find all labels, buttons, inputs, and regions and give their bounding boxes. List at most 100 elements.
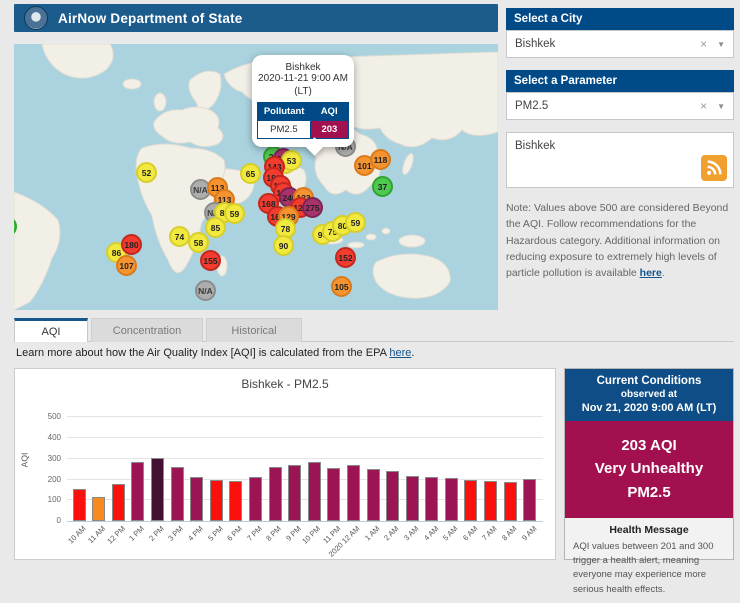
- x-axis-label: 6 PM: [225, 524, 244, 543]
- map-marker[interactable]: 118: [370, 149, 391, 170]
- x-axis-label: 10 PM: [301, 524, 323, 546]
- x-axis-label: 2 AM: [382, 524, 400, 542]
- popup-timezone: (LT): [257, 86, 349, 99]
- note-here-link[interactable]: here: [640, 267, 662, 279]
- x-axis-label: 3 AM: [402, 524, 420, 542]
- chart-bar[interactable]: [190, 477, 203, 521]
- aqi-bar-chart: Bishkek - PM2.5 AQI 010020030040050010 A…: [14, 368, 556, 560]
- clear-icon[interactable]: ×: [700, 99, 707, 113]
- bar-slot: 3 AM: [406, 407, 420, 521]
- x-axis-label: 1 PM: [127, 524, 146, 543]
- chart-bar[interactable]: [464, 480, 477, 521]
- chart-bar[interactable]: [406, 476, 419, 521]
- chart-bar[interactable]: [327, 468, 340, 521]
- bar-slot: 4 AM: [425, 407, 439, 521]
- bar-slot: 8 PM: [269, 407, 283, 521]
- chart-bar[interactable]: [386, 471, 399, 521]
- chart-bar[interactable]: [210, 480, 223, 521]
- x-axis-label: 3 PM: [167, 524, 186, 543]
- map-marker[interactable]: 59: [345, 212, 366, 233]
- map-marker[interactable]: 107: [116, 255, 137, 276]
- conditions-datetime: Nov 21, 2020 9:00 AM (LT): [569, 402, 729, 414]
- chart-bar[interactable]: [484, 481, 497, 521]
- map-marker[interactable]: 37: [372, 176, 393, 197]
- bar-slot: 12 PM: [112, 407, 126, 521]
- learn-more-prefix: Learn more about how the Air Quality Ind…: [16, 347, 389, 359]
- x-axis-label: 4 AM: [422, 524, 440, 542]
- bar-slot: 6 AM: [464, 407, 478, 521]
- learn-more-text: Learn more about how the Air Quality Ind…: [16, 347, 414, 359]
- map-marker[interactable]: 59: [224, 203, 245, 224]
- chart-bar[interactable]: [308, 462, 321, 521]
- chart-bar[interactable]: [425, 477, 438, 521]
- chart-bar[interactable]: [347, 465, 360, 521]
- health-message-title: Health Message: [573, 524, 725, 536]
- chart-bar[interactable]: [445, 478, 458, 521]
- map-marker[interactable]: 105: [331, 276, 352, 297]
- bar-slot: 6 PM: [229, 407, 243, 521]
- bar-slot: 10 PM: [308, 407, 322, 521]
- chart-bar[interactable]: [249, 477, 262, 521]
- chart-bar[interactable]: [92, 497, 105, 521]
- map-marker[interactable]: 155: [200, 250, 221, 271]
- parameter-select-value: PM2.5: [515, 100, 700, 112]
- clear-icon[interactable]: ×: [700, 37, 707, 51]
- chevron-down-icon[interactable]: ▼: [717, 102, 725, 111]
- chevron-down-icon[interactable]: ▼: [717, 40, 725, 49]
- x-axis-label: 10 AM: [66, 524, 87, 545]
- tab-concentration[interactable]: Concentration: [91, 318, 203, 342]
- map-marker[interactable]: 65: [240, 163, 261, 184]
- chart-bar[interactable]: [367, 469, 380, 521]
- map-marker[interactable]: 52: [136, 162, 157, 183]
- x-axis-label: 4 PM: [186, 524, 205, 543]
- aqi-map-popup: Bishkek 2020-11-21 9:00 AM (LT) Pollutan…: [252, 55, 354, 147]
- y-axis-tick: 300: [35, 454, 61, 463]
- rss-icon[interactable]: [701, 155, 727, 181]
- chart-bar[interactable]: [269, 467, 282, 521]
- x-axis-label: 7 AM: [480, 524, 498, 542]
- popup-aqi-value: 203: [310, 121, 348, 139]
- bar-slot: 2 AM: [386, 407, 400, 521]
- bar-slot: 5 PM: [210, 407, 224, 521]
- chart-bar[interactable]: [171, 467, 184, 521]
- conditions-aqi-badge: 203 AQI Very Unhealthy PM2.5: [565, 421, 733, 518]
- map-marker[interactable]: 90: [273, 235, 294, 256]
- chart-bar[interactable]: [504, 482, 517, 521]
- map-marker[interactable]: 152: [335, 247, 356, 268]
- map-marker[interactable]: 275: [302, 197, 323, 218]
- map-marker[interactable]: 180: [121, 234, 142, 255]
- city-select-value: Bishkek: [515, 38, 700, 50]
- x-axis-label: 11 AM: [86, 524, 107, 545]
- conditions-observed-label: observed at: [569, 389, 729, 400]
- bar-slot: 8 AM: [504, 407, 518, 521]
- chart-bar[interactable]: [131, 462, 144, 521]
- bar-slot: 1 PM: [131, 407, 145, 521]
- feed-city-label: Bishkek: [515, 140, 555, 152]
- map-marker[interactable]: N/A: [195, 280, 216, 301]
- parameter-select[interactable]: PM2.5 × ▼: [506, 92, 734, 120]
- x-axis-label: 2 PM: [147, 524, 166, 543]
- bar-slot: 9 AM: [523, 407, 537, 521]
- chart-bar[interactable]: [73, 489, 86, 521]
- map-marker[interactable]: 85: [205, 217, 226, 238]
- learn-more-here-link[interactable]: here: [389, 347, 411, 359]
- beyond-aqi-note: Note: Values above 500 are considered Be…: [506, 200, 734, 281]
- chart-bar[interactable]: [151, 458, 164, 521]
- chart-bar[interactable]: [112, 484, 125, 521]
- world-aqi-map[interactable]: 522756N/A113113N/A8159658558155N/A748618…: [14, 44, 498, 310]
- y-axis-tick: 100: [35, 495, 61, 504]
- chart-bar[interactable]: [288, 465, 301, 521]
- bar-slot: 7 AM: [484, 407, 498, 521]
- city-select[interactable]: Bishkek × ▼: [506, 30, 734, 58]
- tab-aqi[interactable]: AQI: [14, 318, 88, 342]
- bar-slot: 11 AM: [92, 407, 106, 521]
- bar-slot: 3 PM: [171, 407, 185, 521]
- chart-bar[interactable]: [523, 479, 536, 521]
- chart-bar[interactable]: [229, 481, 242, 521]
- popup-aqi-table: Pollutant AQI PM2.5 203: [257, 102, 349, 139]
- conditions-pollutant: PM2.5: [569, 481, 729, 504]
- tab-historical[interactable]: Historical: [206, 318, 302, 342]
- bar-slot: 11 PM: [327, 407, 341, 521]
- conditions-category: Very Unhealthy: [569, 457, 729, 480]
- map-marker[interactable]: 74: [169, 226, 190, 247]
